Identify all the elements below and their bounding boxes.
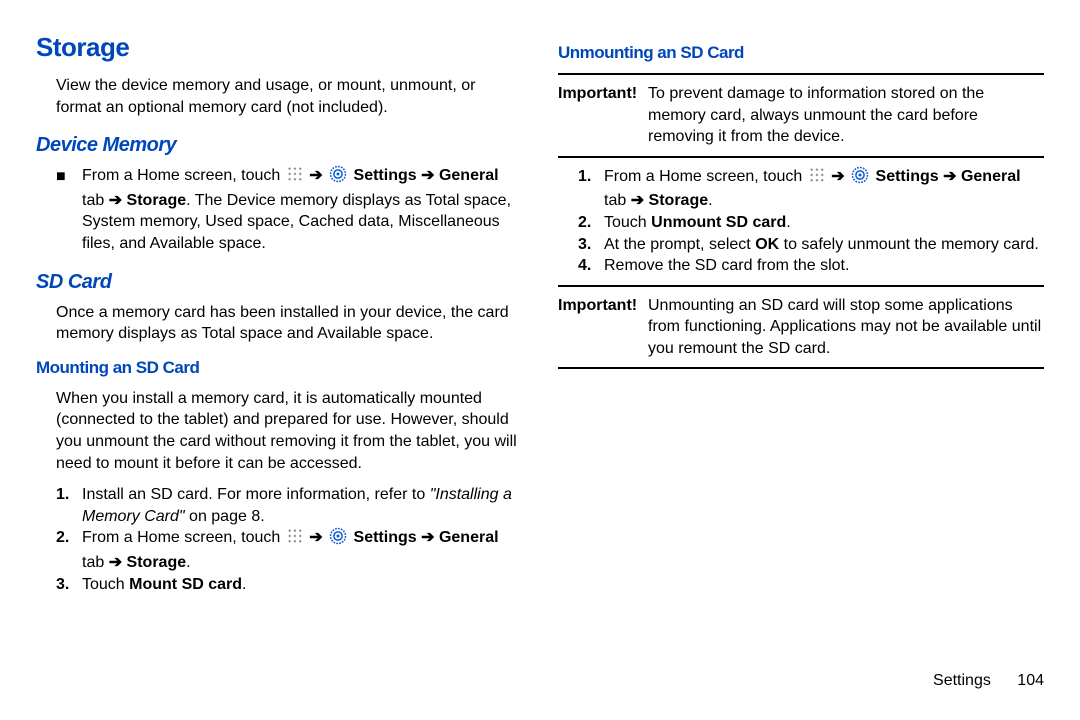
heading-device-memory: Device Memory — [36, 132, 522, 159]
page-footer: Settings 104 — [36, 670, 1044, 692]
arrow-icon: ➔ — [421, 529, 434, 546]
important-note-1: Important! To prevent damage to informat… — [558, 83, 1044, 148]
footer-section: Settings — [933, 672, 991, 689]
mount-step-1: 1. Install an SD card. For more informat… — [56, 484, 522, 527]
mount-step-2: 2. From a Home screen, touch ➔ Settings … — [56, 527, 522, 573]
heading-sd-card: SD Card — [36, 269, 522, 296]
footer-page-number: 104 — [1017, 672, 1044, 689]
apps-icon — [287, 166, 303, 182]
mount-step-3: 3. Touch Mount SD card. — [56, 574, 522, 596]
bullet-square: ■ — [56, 165, 82, 254]
important-note-2: Important! Unmounting an SD card will st… — [558, 295, 1044, 360]
divider — [558, 156, 1044, 158]
divider — [558, 73, 1044, 75]
device-memory-step: ■ From a Home screen, touch ➔ Settings ➔… — [56, 165, 522, 254]
arrow-icon: ➔ — [309, 167, 322, 184]
apps-icon — [287, 528, 303, 544]
arrow-icon: ➔ — [109, 192, 122, 209]
gear-icon — [329, 527, 347, 552]
heading-storage: Storage — [36, 30, 522, 65]
arrow-icon: ➔ — [831, 168, 844, 185]
divider — [558, 285, 1044, 287]
unmount-step-4: 4. Remove the SD card from the slot. — [578, 255, 1044, 277]
arrow-icon: ➔ — [309, 529, 322, 546]
unmount-step-2: 2. Touch Unmount SD card. — [578, 212, 1044, 234]
unmount-step-1: 1. From a Home screen, touch ➔ Settings … — [578, 166, 1044, 212]
gear-icon — [851, 166, 869, 191]
storage-intro: View the device memory and usage, or mou… — [36, 75, 522, 118]
apps-icon — [809, 167, 825, 183]
arrow-icon: ➔ — [631, 192, 644, 209]
heading-mounting: Mounting an SD Card — [36, 357, 522, 380]
arrow-icon: ➔ — [943, 168, 956, 185]
divider — [558, 367, 1044, 369]
heading-unmounting: Unmounting an SD Card — [558, 42, 1044, 65]
arrow-icon: ➔ — [109, 554, 122, 571]
left-column: Storage View the device memory and usage… — [36, 30, 522, 660]
arrow-icon: ➔ — [421, 167, 434, 184]
right-column: Unmounting an SD Card Important! To prev… — [558, 30, 1044, 660]
mounting-intro: When you install a memory card, it is au… — [36, 388, 522, 474]
unmount-step-3: 3. At the prompt, select OK to safely un… — [578, 234, 1044, 256]
sd-card-intro: Once a memory card has been installed in… — [36, 302, 522, 345]
gear-icon — [329, 165, 347, 190]
